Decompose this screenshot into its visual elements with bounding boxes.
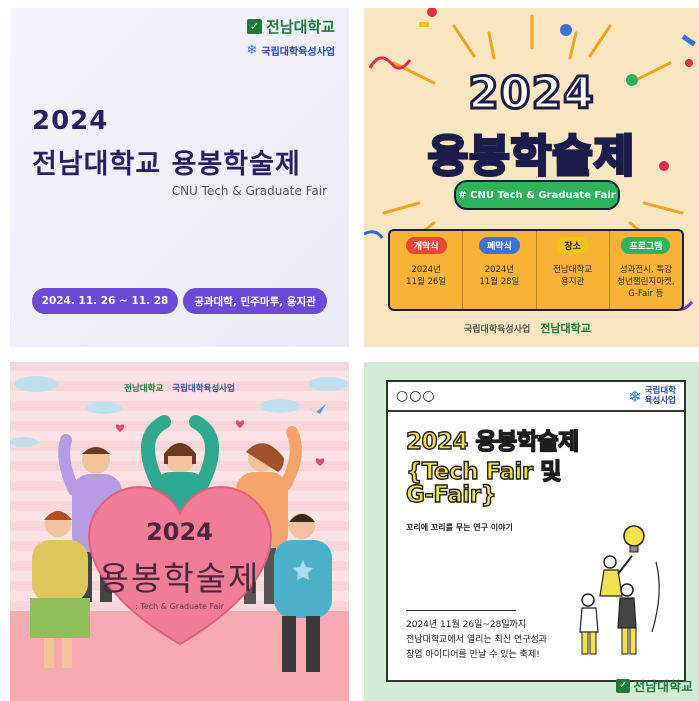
description-line: 2024년 11월 26일~28일까지 xyxy=(406,620,527,630)
info-column-program: 프로그램 성과전시, 특강 청년챌린지마켓, G-Fair 등 xyxy=(610,231,682,309)
university-logo-icon: ✓ xyxy=(616,678,631,693)
info-value: 전남대학교 용지관 xyxy=(553,265,593,287)
researchers-lightbulb-illustration xyxy=(579,525,660,655)
poster-card-4[interactable]: ○○○ ❄ 국립대학 육성사업 2024 용봉학술제 {Tech Fair 및 … xyxy=(364,362,699,701)
program-logo: ❄ 국립대학 육성사업 xyxy=(628,386,676,406)
description-line: 전남대학교에서 열리는 최신 연구성과 xyxy=(406,635,548,645)
window-title-bar: ○○○ ❄ 국립대학 육성사업 xyxy=(388,382,684,412)
window-dots-icon: ○○○ xyxy=(396,388,436,404)
footer-logos: 국립대학육성사업 전남대학교 xyxy=(464,320,591,336)
program-name-line1: 국립대학 xyxy=(644,386,676,396)
poster-description: 2024년 11월 26일~28일까지 전남대학교에서 열리는 최신 연구성과 … xyxy=(406,618,547,663)
university-logo: ✓ 전남대학교 xyxy=(616,676,693,695)
info-value: 성과전시, 특강 청년챌린지마켓, G-Fair 등 xyxy=(617,265,675,299)
logo-group: ✓ 전남대학교 ❄ 국립대학육성사업 xyxy=(246,16,335,58)
info-label: 프로그램 xyxy=(621,237,671,254)
poster-subtitle: : Tech & Graduate Fair xyxy=(135,602,224,611)
info-value: 2024년 11월 26일 xyxy=(406,265,447,287)
info-panel: 개막식 2024년 11월 26일 폐막식 2024년 11월 28일 장소 전… xyxy=(388,229,684,311)
university-name: 전남대학교 xyxy=(265,18,335,36)
poster-title-line1: 2024 용봉학술제 xyxy=(405,428,580,455)
poster-year: 2024 xyxy=(32,106,109,136)
divider-line xyxy=(406,610,516,611)
poster-title: 용봉학술제 xyxy=(98,559,261,598)
poster-year: 2024 xyxy=(467,67,595,121)
poster-card-1[interactable]: ✓ 전남대학교 ❄ 국립대학육성사업 2024 전남대학교 용봉학술제 CNU … xyxy=(10,8,349,347)
university-name: 전남대학교 xyxy=(633,680,693,695)
hashtag-pill: # CNU Tech & Graduate Fair xyxy=(454,180,620,210)
info-label: 개막식 xyxy=(405,237,447,254)
snowflake-icon: ❄ xyxy=(628,386,642,406)
info-label: 장소 xyxy=(556,237,589,254)
info-column-venue: 장소 전남대학교 용지관 xyxy=(537,231,610,309)
info-value: 2024년 11월 28일 xyxy=(479,265,520,287)
poster-title-line3: G-Fair} xyxy=(405,481,497,508)
venue-pill: 공과대학, 민주마루, 용지관 xyxy=(183,288,327,314)
description-line: 창업 아이디어를 만날 수 있는 축제! xyxy=(406,650,540,660)
poster-title-line2: {Tech Fair 및 xyxy=(405,458,562,485)
university-name: 전남대학교 xyxy=(540,322,591,335)
poster-year: 2024 xyxy=(146,518,213,546)
window-frame: ○○○ ❄ 국립대학 육성사업 2024 용봉학술제 {Tech Fair 및 … xyxy=(386,380,686,682)
program-name: 국립대학육성사업 xyxy=(261,47,335,58)
poster-title: 전남대학교 용봉학술제 xyxy=(32,149,301,180)
info-label: 폐막식 xyxy=(478,237,520,254)
date-pill: 2024. 11. 26 ~ 11. 28 xyxy=(32,288,178,314)
university-logo-icon: ✓ xyxy=(246,19,262,34)
info-column-opening: 개막식 2024년 11월 26일 xyxy=(390,231,464,309)
poster-card-2[interactable]: 2024 용봉학술제 # CNU Tech & Graduate Fair 개막… xyxy=(364,8,699,347)
poster-tagline: 꼬리에 꼬리를 무는 연구 이야기 xyxy=(406,523,513,532)
program-name: 국립대학육성사업 xyxy=(464,324,531,335)
program-name-line2: 육성사업 xyxy=(644,396,676,406)
poster-card-3[interactable]: 전남대학교 국립대학육성사업 2024 용봉학술제: Tech & Gradu… xyxy=(10,362,349,701)
poster-title: 용봉학술제 xyxy=(426,130,636,184)
snowflake-icon: ❄ xyxy=(246,43,258,58)
info-column-closing: 폐막식 2024년 11월 28일 xyxy=(463,231,537,309)
poster-subtitle: CNU Tech & Graduate Fair xyxy=(171,184,327,198)
